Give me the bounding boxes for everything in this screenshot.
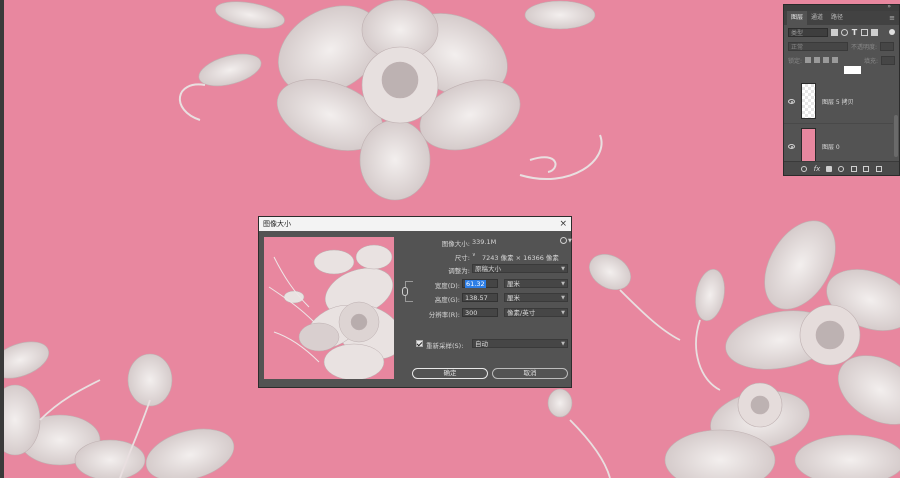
flower-top [198, 0, 596, 201]
type-filter-icon[interactable]: T [851, 28, 858, 36]
tab-layers[interactable]: 图层 [787, 11, 808, 25]
resolution-unit-select[interactable]: 像素/英寸 ▼ [504, 308, 568, 317]
filter-toggle-icon[interactable] [889, 29, 895, 35]
tab-paths[interactable]: 路径 [827, 11, 847, 25]
image-size-dialog: 图像大小 × 图像大小: 339.1M ▼ 尺寸: ∨ 7243 像素 × 16… [258, 216, 572, 388]
width-value: 61.32 [465, 280, 486, 288]
layer-filter-select[interactable]: 类型 [788, 27, 828, 37]
resample-label: 重新采样(S): [426, 342, 464, 350]
height-label: 高度(G): [434, 296, 460, 304]
resample-value: 自动 [475, 340, 488, 348]
lock-position-icon[interactable] [823, 57, 830, 63]
resolution-input[interactable]: 300 [462, 308, 498, 317]
width-label: 宽度(D): [434, 282, 460, 290]
flower-bottom-left [0, 341, 235, 478]
resolution-label: 分辨率(R): [428, 311, 460, 319]
smart-object-filter-icon[interactable] [871, 28, 878, 36]
blend-mode-select[interactable]: 正常 [788, 41, 848, 51]
layers-scrollbar[interactable] [894, 115, 898, 157]
layer-thumbnail [801, 128, 816, 164]
panel-tabs: 图层 通道 路径 ≡ [784, 11, 899, 25]
height-unit: 厘米 [507, 294, 520, 302]
chevron-down-icon: ▼ [561, 281, 565, 287]
panel-footer: fx [784, 161, 899, 175]
image-size-label: 图像大小: [441, 240, 470, 248]
tab-channels[interactable]: 通道 [807, 11, 827, 25]
dimensions-dropdown-icon[interactable]: ∨ [472, 252, 476, 258]
lock-label: 锁定: [788, 57, 803, 65]
panel-menu-icon[interactable]: ≡ [889, 14, 895, 22]
chevron-down-icon: ▼ [561, 341, 565, 347]
close-icon[interactable]: × [559, 217, 567, 231]
layer-name: 图层 5 拷贝 [822, 98, 854, 106]
fit-to-select[interactable]: 原稿大小 ▼ [472, 264, 568, 273]
fill-label: 填充: [863, 57, 878, 65]
adjustment-layer-icon[interactable] [838, 165, 845, 172]
fit-to-label: 调整为: [448, 267, 470, 275]
layers-panel: » 图层 通道 路径 ≡ 类型 T 正常 不透明度: 锁定: 填充: 图层 5 … [783, 3, 900, 176]
delete-layer-icon[interactable] [875, 165, 882, 172]
pixel-filter-icon[interactable] [831, 28, 838, 36]
cancel-button[interactable]: 取消 [492, 368, 568, 379]
opacity-field[interactable] [880, 41, 895, 51]
visibility-eye-icon[interactable] [788, 98, 795, 104]
dimensions-value: 7243 像素 × 16366 像素 [482, 254, 559, 262]
resample-select[interactable]: 自动 ▼ [472, 339, 568, 348]
new-group-icon[interactable] [850, 165, 857, 172]
width-unit: 厘米 [507, 280, 520, 288]
chevron-down-icon: ▼ [561, 266, 565, 272]
lock-transparent-icon[interactable] [805, 57, 812, 63]
lock-image-icon[interactable] [814, 57, 821, 63]
fit-to-value: 原稿大小 [475, 265, 501, 273]
height-input[interactable]: 138.57 [462, 293, 498, 302]
adjustment-filter-icon[interactable] [841, 28, 848, 36]
visibility-eye-icon[interactable] [788, 143, 795, 149]
fill-field[interactable] [881, 55, 895, 65]
width-unit-select[interactable]: 厘米 ▼ [504, 279, 568, 288]
blend-row: 正常 不透明度: [784, 39, 899, 53]
panel-header: » [784, 3, 899, 11]
dialog-title: 图像大小 [263, 220, 291, 228]
resample-checkbox[interactable] [416, 340, 423, 347]
flower-right [547, 220, 900, 478]
image-preview[interactable] [264, 237, 394, 379]
panel-swatch [844, 66, 861, 74]
layer-style-icon[interactable]: fx [814, 165, 821, 172]
lock-all-icon[interactable] [832, 57, 839, 63]
image-size-value: 339.1M [472, 238, 497, 246]
dimensions-label: 尺寸: [454, 254, 470, 262]
panel-collapse-icon[interactable]: » [887, 3, 891, 10]
chevron-down-icon: ▼ [561, 310, 565, 316]
layer-name: 图层 0 [822, 143, 840, 151]
resolution-unit: 像素/英寸 [507, 309, 536, 317]
chevron-down-icon[interactable]: ▼ [568, 238, 572, 244]
preview-flower-art [268, 244, 394, 379]
dialog-title-bar: 图像大小 × [259, 217, 571, 231]
opacity-label: 不透明度: [851, 43, 878, 51]
layer-list: 图层 5 拷贝 图层 0 [784, 79, 893, 169]
layer-thumbnail [801, 83, 816, 119]
shape-filter-icon[interactable] [861, 28, 868, 36]
left-edge-bar [0, 0, 4, 478]
new-layer-icon[interactable] [863, 165, 870, 172]
lock-row: 锁定: 填充: [784, 53, 899, 67]
add-mask-icon[interactable] [826, 165, 833, 172]
layer-row[interactable]: 图层 5 拷贝 [784, 79, 893, 124]
filter-row: 类型 T [784, 25, 899, 39]
height-unit-select[interactable]: 厘米 ▼ [504, 293, 568, 302]
settings-gear-icon[interactable] [560, 237, 567, 244]
ok-button[interactable]: 确定 [412, 368, 488, 379]
chevron-down-icon: ▼ [561, 295, 565, 301]
link-layers-icon[interactable] [801, 165, 808, 172]
width-input[interactable]: 61.32 [462, 279, 498, 288]
